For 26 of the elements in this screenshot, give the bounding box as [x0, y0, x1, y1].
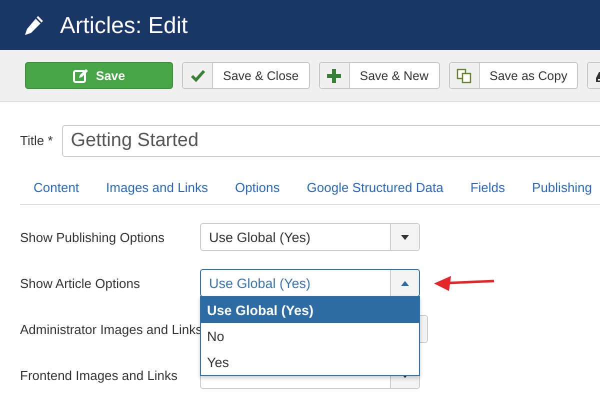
tab[interactable]: Fields — [456, 174, 519, 204]
toolbar-button[interactable]: Save & Close — [182, 62, 310, 89]
tab[interactable]: Publishing — [518, 174, 600, 204]
title-input[interactable]: Getting Started — [62, 125, 600, 157]
field-label: Title * — [20, 133, 53, 148]
dropdown-option[interactable]: Yes — [201, 349, 419, 375]
edit-icon — [72, 68, 89, 84]
copy-icon — [456, 68, 472, 84]
caret-icon — [401, 234, 409, 240]
tab[interactable]: Images and Links — [92, 174, 222, 204]
toolbar-button[interactable]: Save as Copy — [448, 62, 578, 89]
plus-icon — [326, 68, 342, 84]
tab[interactable]: Google Structured Data — [293, 174, 457, 204]
caret-icon — [401, 280, 409, 286]
tab[interactable]: Options — [221, 174, 294, 204]
checkmark-icon — [190, 68, 206, 84]
dropdown-option[interactable]: Use Global (Yes) — [201, 297, 419, 323]
field-label: Frontend Images and Links — [20, 368, 179, 382]
select-field[interactable]: Use Global (Yes) — [200, 223, 420, 251]
field-label: Show Article Options — [20, 276, 141, 290]
toolbar-button[interactable]: Save & New — [318, 62, 440, 89]
field-label: Show Publishing Options — [20, 230, 166, 244]
pencil-icon — [24, 14, 44, 36]
tab[interactable]: Content — [20, 174, 93, 204]
dropdown-option[interactable]: No — [201, 323, 419, 349]
page-title: Articles: Edit — [60, 12, 188, 38]
